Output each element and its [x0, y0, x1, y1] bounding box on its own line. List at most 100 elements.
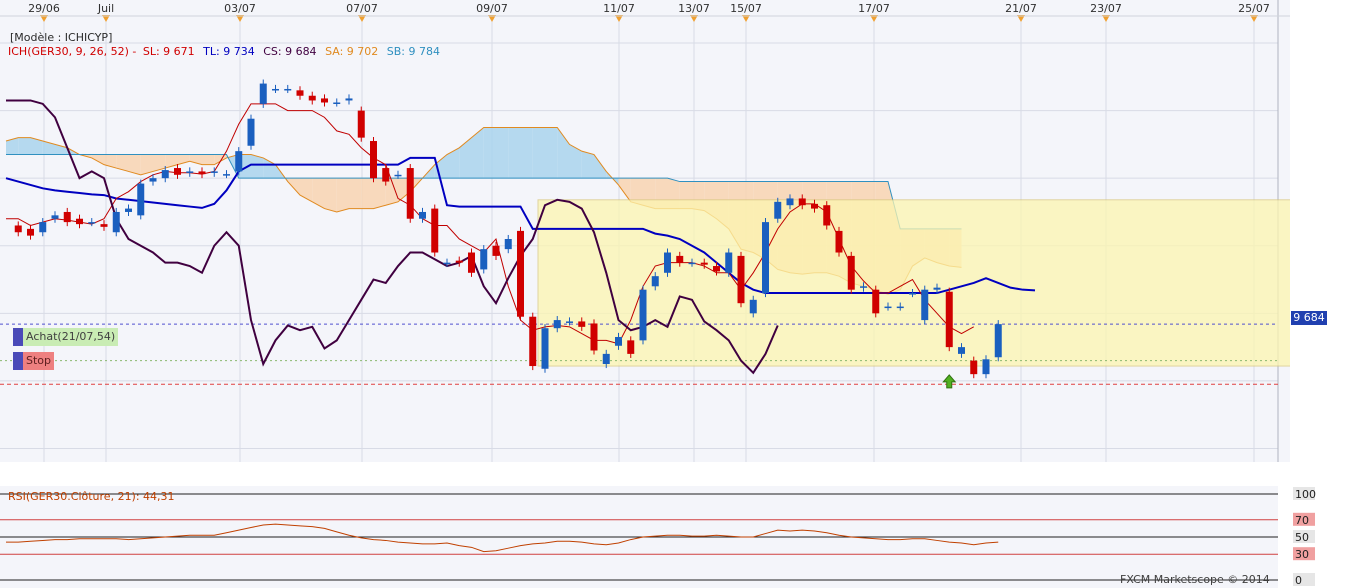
footer-brand: FXCM Marketscope © 2014: [1120, 573, 1270, 586]
bear-candle: [713, 266, 720, 272]
rsi-label: RSI(GER30.Clôture, 21): 44,31: [8, 490, 175, 503]
bull-candle: [762, 222, 769, 294]
bull-candle: [615, 336, 622, 346]
bear-candle: [370, 141, 377, 179]
bull-candle: [860, 286, 867, 288]
bull-candle: [39, 222, 47, 233]
bear-candle: [492, 245, 500, 256]
kumo-bull-segment: [581, 151, 594, 179]
bear-candle: [27, 228, 34, 236]
stop-order-marker[interactable]: Stop: [13, 352, 55, 370]
bear-candle: [63, 211, 71, 223]
sa-value: SA: 9 702: [325, 45, 379, 58]
bear-candle: [970, 360, 978, 375]
bear-candle: [357, 110, 365, 138]
bear-candle: [174, 168, 181, 175]
bear-candle: [321, 98, 328, 103]
bear-candle: [406, 168, 414, 219]
ich-label: ICH(GER30, 9, 26, 52) -: [8, 45, 137, 58]
bull-candle: [88, 222, 96, 224]
top-date-label: 15/07: [730, 2, 762, 15]
bull-candle: [333, 102, 341, 104]
bull-candle: [725, 252, 733, 273]
sb-value: SB: 9 784: [386, 45, 441, 58]
rsi-tick-label: 30: [1295, 548, 1309, 561]
bull-candle: [394, 174, 402, 177]
top-date-label: 13/07: [678, 2, 710, 15]
top-date-label: 21/07: [1005, 2, 1037, 15]
bear-candle: [945, 291, 953, 348]
kumo-bear-segment: [324, 178, 337, 212]
top-date-label: 03/07: [224, 2, 256, 15]
price-chart[interactable]: 10 10010 0009 9009 8009 7009 6009 50029/…: [0, 0, 1290, 462]
bear-candle: [431, 208, 439, 253]
buy-order-label: Achat(21/07,54): [23, 328, 119, 346]
kumo-bull-segment: [18, 137, 31, 155]
bear-candle: [823, 205, 831, 226]
bear-candle: [578, 321, 586, 327]
top-date-label: 17/07: [858, 2, 890, 15]
kumo-bear-segment: [349, 178, 362, 209]
bull-candle: [553, 320, 561, 329]
bull-candle: [909, 293, 916, 295]
top-date-label: 25/07: [1238, 2, 1270, 15]
bear-candle: [700, 262, 708, 265]
kumo-bull-segment: [508, 127, 521, 179]
bull-candle: [186, 171, 194, 173]
bear-candle: [198, 171, 206, 175]
bull-candle: [541, 328, 549, 369]
kumo-bull-segment: [532, 127, 545, 179]
last-price-badge: 9 684: [1291, 311, 1327, 325]
kumo-bear-segment: [373, 178, 386, 209]
bull-candle: [259, 83, 267, 104]
bull-candle: [51, 215, 59, 219]
bull-candle: [896, 306, 904, 309]
bull-candle: [149, 178, 157, 182]
rsi-tick-label: 100: [1295, 488, 1316, 501]
bear-candle: [798, 198, 806, 206]
rsi-tick-label: 0: [1295, 574, 1302, 587]
bull-candle: [994, 324, 1002, 358]
bear-candle: [811, 203, 818, 209]
bull-candle: [566, 321, 573, 323]
bull-candle: [664, 252, 671, 273]
stop-handle[interactable]: [13, 352, 23, 370]
bull-candle: [345, 98, 353, 101]
bull-candle: [112, 211, 120, 233]
bull-candle: [774, 201, 782, 219]
bear-candle: [308, 95, 316, 101]
bull-candle: [639, 289, 647, 341]
bear-candle: [529, 316, 537, 367]
bear-candle: [296, 90, 304, 96]
bull-candle: [921, 289, 929, 321]
bear-candle: [382, 168, 390, 182]
bull-candle: [982, 359, 990, 375]
model-label: [Modèle : ICHICYP]: [10, 31, 113, 44]
tl-value: TL: 9 734: [203, 45, 255, 58]
top-date-label: 23/07: [1090, 2, 1122, 15]
bull-candle: [602, 353, 610, 365]
top-date-label: Juil: [97, 2, 114, 15]
bull-candle: [235, 151, 243, 172]
bull-candle: [786, 198, 794, 206]
bull-candle: [247, 118, 255, 146]
price-chart-svg: 10 10010 0009 9009 8009 7009 6009 50029/…: [0, 0, 1290, 462]
top-date-label: 09/07: [476, 2, 508, 15]
kumo-bull-segment: [545, 127, 558, 179]
buy-handle[interactable]: [13, 328, 23, 346]
kumo-bull-segment: [483, 127, 496, 179]
top-date-label: 07/07: [346, 2, 378, 15]
kumo-bull-segment: [496, 127, 509, 179]
bear-candle: [737, 255, 745, 304]
bear-candle: [676, 255, 684, 263]
kumo-bull-segment: [520, 127, 533, 179]
bear-candle: [14, 225, 22, 233]
rsi-tick-label: 50: [1295, 531, 1309, 544]
bull-candle: [137, 183, 145, 216]
bull-candle: [480, 249, 488, 270]
bull-candle: [749, 299, 757, 314]
bull-candle: [688, 262, 696, 265]
bear-candle: [872, 289, 880, 314]
buy-order-marker[interactable]: Achat(21/07,54): [13, 328, 119, 346]
bull-candle: [210, 171, 218, 173]
